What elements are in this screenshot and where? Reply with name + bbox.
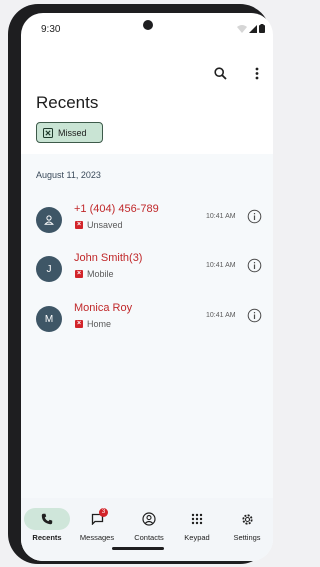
nav-label-recents: Recents: [32, 533, 62, 542]
info-icon[interactable]: [247, 258, 262, 273]
page-title: Recents: [36, 93, 99, 112]
call-row-1[interactable]: J John Smith(3) × Mobile 10:41 AM: [21, 248, 273, 288]
nav-label-contacts: Contacts: [134, 533, 164, 542]
call-row-2[interactable]: M Monica Roy × Home 10:41 AM: [21, 298, 273, 338]
unread-badge: 3: [99, 508, 108, 517]
nav-pill: [174, 508, 220, 530]
nav-pill: 3: [74, 508, 120, 530]
battery-icon: [259, 24, 265, 33]
gear-icon: [241, 513, 253, 525]
call-time: 10:41 AM: [206, 213, 236, 220]
person-icon: [44, 215, 54, 225]
avatar: J: [36, 256, 62, 282]
nav-pill: [126, 508, 172, 530]
date-header: August 11, 2023: [36, 170, 101, 180]
contacts-icon: [142, 512, 156, 526]
nav-item-messages[interactable]: 3 Messages: [71, 508, 123, 542]
info-icon[interactable]: [247, 308, 262, 323]
nav-item-contacts[interactable]: Contacts: [123, 508, 175, 542]
signal-icon: [249, 24, 257, 33]
chip-label: Missed: [58, 127, 87, 138]
missed-call-icon: [43, 127, 53, 138]
screen: 9:30 Recents Missed August 11, 2023 +1 (…: [21, 13, 273, 561]
search-button[interactable]: [210, 63, 230, 83]
number-type: Unsaved: [87, 220, 123, 230]
more-options-button[interactable]: [247, 63, 267, 83]
caller-name: +1 (404) 456-789: [74, 203, 159, 215]
call-time: 10:41 AM: [206, 262, 236, 269]
missed-filter-chip[interactable]: Missed: [36, 122, 103, 143]
call-detail: × Unsaved: [75, 220, 123, 230]
phone-frame: 9:30 Recents Missed August 11, 2023 +1 (…: [8, 4, 273, 564]
info-icon[interactable]: [247, 209, 262, 224]
number-type: Home: [87, 319, 112, 329]
call-detail: × Home: [75, 319, 111, 329]
nav-pill: [224, 508, 270, 530]
home-indicator[interactable]: [112, 547, 164, 550]
active-indicator: [24, 508, 70, 530]
nav-item-recents[interactable]: Recents: [21, 508, 73, 542]
more-vert-icon: [255, 67, 259, 79]
caller-name: Monica Roy: [74, 302, 133, 314]
search-icon: [213, 66, 227, 80]
call-detail: × Mobile: [75, 269, 114, 279]
keypad-icon: [191, 513, 203, 525]
status-time: 9:30: [41, 24, 61, 35]
missed-mark-icon: ×: [75, 320, 83, 328]
nav-label-keypad: Keypad: [184, 533, 210, 542]
avatar: [36, 207, 62, 233]
caller-name: John Smith(3): [74, 252, 143, 264]
status-bar: 9:30: [21, 13, 273, 43]
call-row-0[interactable]: +1 (404) 456-789 × Unsaved 10:41 AM: [21, 199, 273, 239]
nav-label-settings: Settings: [233, 533, 261, 542]
nav-label-messages: Messages: [79, 533, 115, 542]
missed-mark-icon: ×: [75, 221, 83, 229]
camera-cutout: [143, 20, 153, 30]
nav-item-keypad[interactable]: Keypad: [171, 508, 223, 542]
call-time: 10:41 AM: [206, 312, 236, 319]
status-icons: [237, 24, 265, 33]
wifi-icon: [237, 24, 247, 33]
nav-item-settings[interactable]: Settings: [221, 508, 273, 542]
bottom-navigation: Recents 3 Messages Contacts Keypad Setti…: [21, 498, 273, 561]
phone-icon: [41, 513, 53, 525]
number-type: Mobile: [87, 269, 114, 279]
missed-mark-icon: ×: [75, 270, 83, 278]
avatar: M: [36, 306, 62, 332]
